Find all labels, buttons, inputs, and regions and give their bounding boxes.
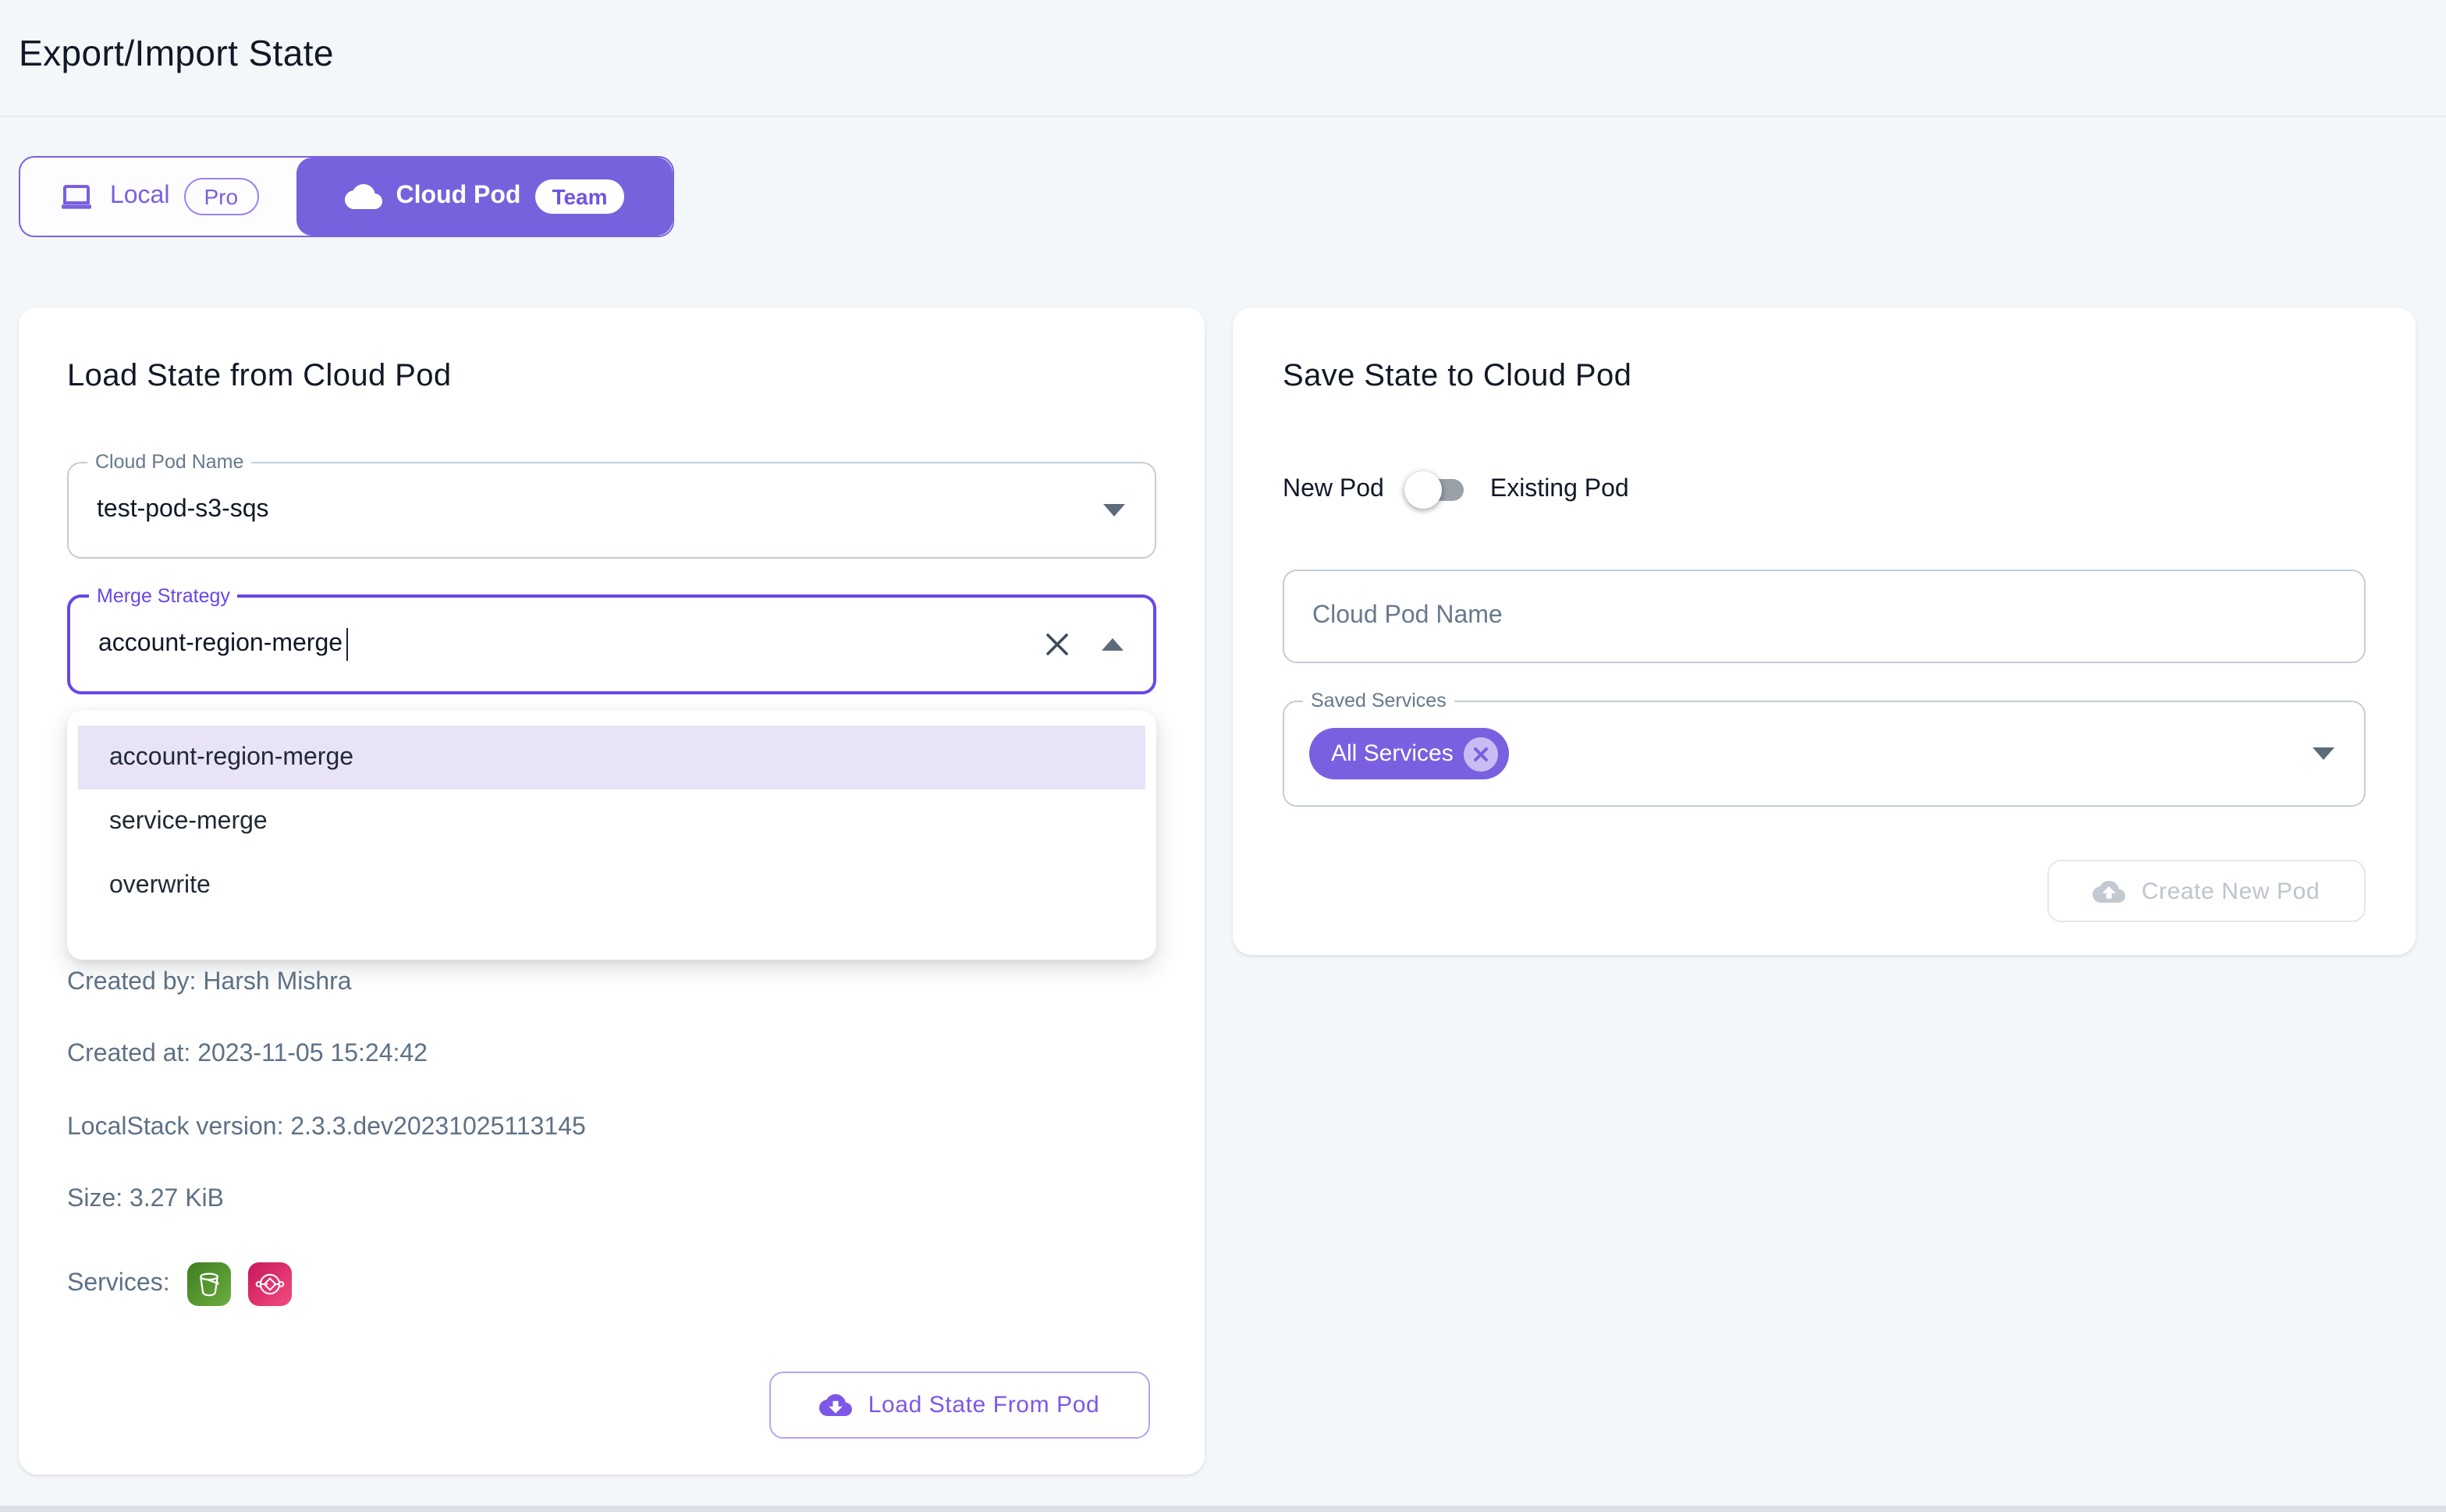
services-label: Services: <box>67 1270 170 1298</box>
text-cursor <box>346 628 348 661</box>
page-title: Export/Import State <box>19 33 334 75</box>
merge-strategy-label: Merge Strategy <box>89 584 238 610</box>
create-new-pod-button[interactable]: Create New Pod <box>2047 860 2366 922</box>
tab-local-label: Local <box>110 183 170 211</box>
cloud-pod-name-select[interactable]: Cloud Pod Name test-pod-s3-sqs <box>67 462 1156 559</box>
cloud-pod-name-select-value: test-pod-s3-sqs <box>97 496 269 524</box>
merge-strategy-listbox: account-region-merge service-merge overw… <box>67 710 1156 960</box>
option-account-region-merge[interactable]: account-region-merge <box>78 726 1145 790</box>
new-pod-label: New Pod <box>1283 476 1384 504</box>
s3-service-icon <box>187 1262 231 1306</box>
cloud-icon <box>344 178 382 215</box>
all-services-chip[interactable]: All Services <box>1309 728 1510 779</box>
team-badge: Team <box>534 179 624 214</box>
all-services-chip-label: All Services <box>1331 740 1454 767</box>
load-state-button[interactable]: Load State From Pod <box>769 1372 1150 1439</box>
chevron-down-icon <box>2313 747 2334 760</box>
state-mode-tabs: Local Pro Cloud Pod Team <box>19 156 674 237</box>
tab-cloud-pod[interactable]: Cloud Pod Team <box>296 158 673 236</box>
load-state-button-label: Load State From Pod <box>868 1392 1100 1418</box>
pod-created-by: Created by: Harsh Mishra <box>67 969 352 997</box>
saved-services-select[interactable]: Saved Services All Services <box>1283 701 2366 807</box>
laptop-icon <box>59 178 96 215</box>
saved-services-label: Saved Services <box>1303 688 1454 715</box>
pod-services-row: Services: <box>67 1262 292 1306</box>
cloud-pod-name-input[interactable] <box>1283 570 2366 663</box>
existing-pod-label: Existing Pod <box>1490 476 1629 504</box>
pod-mode-switch[interactable] <box>1404 470 1470 510</box>
save-state-card: Save State to Cloud Pod New Pod Existing… <box>1233 307 2416 955</box>
pro-badge: Pro <box>183 178 258 215</box>
create-new-pod-button-label: Create New Pod <box>2142 878 2320 904</box>
cloud-upload-icon <box>2093 875 2126 907</box>
sqs-service-icon <box>248 1262 292 1306</box>
pod-localstack-version: LocalStack version: 2.3.3.dev20231025113… <box>67 1114 586 1142</box>
chevron-down-icon <box>1103 504 1125 516</box>
pod-mode-toggle-row: New Pod Existing Pod <box>1283 470 1629 510</box>
save-card-title: Save State to Cloud Pod <box>1283 359 1631 395</box>
merge-strategy-combobox[interactable]: Merge Strategy account-region-merge <box>67 595 1156 694</box>
horizontal-scrollbar[interactable] <box>0 1505 2446 1512</box>
page-header: Export/Import State <box>0 0 2446 117</box>
pod-created-at: Created at: 2023-11-05 15:24:42 <box>67 1041 428 1069</box>
load-state-card: Load State from Cloud Pod Cloud Pod Name… <box>19 307 1205 1475</box>
option-overwrite[interactable]: overwrite <box>67 854 1156 917</box>
switch-thumb <box>1404 471 1442 509</box>
option-service-merge[interactable]: service-merge <box>67 790 1156 854</box>
load-card-title: Load State from Cloud Pod <box>67 359 452 395</box>
tab-cloud-pod-label: Cloud Pod <box>396 183 520 211</box>
chip-delete-icon[interactable] <box>1464 736 1499 771</box>
header-divider <box>0 115 2446 117</box>
tab-local[interactable]: Local Pro <box>20 158 296 236</box>
collapse-arrow-icon[interactable] <box>1102 638 1124 651</box>
clear-icon[interactable] <box>1042 630 1072 659</box>
pod-size: Size: 3.27 KiB <box>67 1186 224 1214</box>
merge-strategy-value: account-region-merge <box>98 630 343 658</box>
cloud-download-icon <box>820 1389 853 1421</box>
cloud-pod-name-select-label: Cloud Pod Name <box>87 449 251 476</box>
export-import-state-page: Export/Import State Local Pro Cloud Pod … <box>0 0 2446 1512</box>
